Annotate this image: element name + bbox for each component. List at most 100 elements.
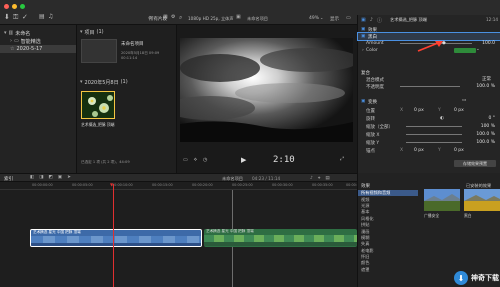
scale-x-value[interactable]: 100.0 % <box>476 132 495 137</box>
opacity-value[interactable]: 100.0 % <box>476 84 495 89</box>
anchor-label: 锚点 <box>366 148 375 154</box>
import-icon[interactable]: ⬇ <box>4 13 10 21</box>
view-mode-icon[interactable]: ▭ <box>183 157 188 163</box>
scale-x-label: 缩放 X <box>366 132 380 138</box>
viewer-canvas[interactable] <box>180 38 353 142</box>
amount-value[interactable]: 100.0 <box>482 41 495 46</box>
timeline-clip[interactable]: 艺术摘选 星光 中国 把脉 顶端 <box>204 229 357 247</box>
save-effects-preset-button[interactable]: 存储效果预置 <box>454 160 496 167</box>
search-icon[interactable]: ⌕ <box>179 14 182 22</box>
library-item-label: 未命名 <box>15 30 31 37</box>
play-button[interactable]: ▶ <box>241 156 246 164</box>
date-section-header[interactable]: ▾ 2020年5月8日 (1) <box>77 78 128 86</box>
scale-y-value[interactable]: 100.0 % <box>476 140 495 145</box>
timeline-panel: 00:00:00:00 00:00:05:00 00:00:10:00 00:0… <box>0 182 367 287</box>
opacity-row[interactable]: 不透明度 100.0 % <box>358 83 500 90</box>
effects-section-header[interactable]: ▣ 效果 <box>358 26 500 33</box>
scale-y-slider[interactable] <box>406 142 462 143</box>
audio-skimming-icon[interactable]: ♪ <box>310 176 313 181</box>
index-button[interactable]: 索引 <box>4 176 13 182</box>
event-item[interactable]: ☆ 2020-5-17 <box>0 45 76 53</box>
scale-all-slider[interactable] <box>406 126 462 127</box>
photos-icon[interactable]: ♫ <box>48 13 53 20</box>
zoom-window-button[interactable] <box>20 4 25 9</box>
minimize-window-button[interactable] <box>12 4 17 9</box>
view-options-label[interactable]: 显示 <box>330 16 339 22</box>
viewer-options-icon[interactable]: ▭ <box>346 15 351 21</box>
library-icon: ▥ <box>8 30 14 36</box>
blend-mode-row[interactable]: 混合模式 正常 <box>358 76 500 83</box>
rotation-row[interactable]: 旋转 ◐ 0 ° <box>358 115 500 122</box>
ruler-tick-label: 00:00:05:00 <box>72 183 93 187</box>
color-swatch[interactable] <box>454 48 476 53</box>
fullscreen-icon[interactable]: ⤢ <box>340 156 344 162</box>
effect-thumbnail[interactable] <box>424 189 460 211</box>
libraries-icon[interactable]: ▤ <box>39 13 45 20</box>
clip-appearance-icon[interactable]: ▤ <box>325 176 329 181</box>
select-tool-icon[interactable]: ➤ <box>67 175 71 180</box>
transform-onscreen-icon[interactable]: ▭ <box>462 98 466 103</box>
transform-section-header[interactable]: ▣ 变换 ▭ <box>358 98 500 105</box>
append-clip-icon[interactable]: ◩ <box>49 175 53 180</box>
timeline-ruler[interactable]: 00:00:00:00 00:00:05:00 00:00:10:00 00:0… <box>0 182 367 190</box>
video-inspector-icon[interactable]: ▣ <box>361 17 366 23</box>
filter-dropdown-icon[interactable]: ◇ <box>148 15 152 21</box>
close-window-button[interactable] <box>4 4 9 9</box>
clip-thumbnail[interactable] <box>81 91 115 119</box>
scale-y-row[interactable]: 缩放 Y 100.0 % <box>358 139 500 146</box>
composite-section-header[interactable]: 复合 <box>358 69 500 76</box>
transform-tool-icon[interactable]: ⟡ <box>194 157 197 163</box>
disclosure-icon[interactable]: ▾ <box>4 30 7 36</box>
effects-section-title: 效果 <box>368 27 377 33</box>
speed-icon[interactable]: ◷ <box>203 157 207 163</box>
position-y-value[interactable]: 0 px <box>454 108 464 113</box>
blend-mode-value[interactable]: 正常 <box>482 76 491 82</box>
disclosure-icon[interactable]: › <box>10 38 12 44</box>
overwrite-clip-icon[interactable]: ▣ <box>58 175 62 180</box>
snapping-icon[interactable]: ⌖ <box>318 175 321 181</box>
rotation-dial-icon[interactable]: ◐ <box>440 116 444 121</box>
anchor-y-value[interactable]: 0 px <box>454 148 464 153</box>
scale-x-row[interactable]: 缩放 X 100.0 % <box>358 131 500 138</box>
rotation-label: 旋转 <box>366 116 375 122</box>
check-icon[interactable]: ✓ <box>22 13 28 21</box>
anchor-x-value[interactable]: 0 px <box>414 148 424 153</box>
color-dropdown-icon[interactable]: ⌄ <box>476 47 480 52</box>
filmstrip-view-icon[interactable]: ▦ <box>163 14 168 20</box>
position-x-value[interactable]: 0 px <box>414 108 424 113</box>
smart-collection-item[interactable]: › ▭ 智能精选 <box>0 37 76 45</box>
effect-thumbnail[interactable] <box>464 189 500 211</box>
projects-section-header[interactable]: ▾ 项目 (1) <box>77 28 176 36</box>
zoom-level[interactable]: 49% <box>309 16 319 21</box>
watermark-text: 神奇下载 <box>471 274 499 282</box>
effect-checkbox-icon[interactable]: ▣ <box>361 34 365 39</box>
scale-x-slider[interactable] <box>406 134 462 135</box>
effects-category[interactable]: 遮罩 <box>358 267 418 273</box>
scale-all-value[interactable]: 100 % <box>481 124 495 129</box>
playhead[interactable] <box>113 184 114 287</box>
playhead-marker-icon[interactable]: ▼ <box>110 182 113 187</box>
key-icon[interactable]: ⚿ <box>13 13 18 22</box>
project-thumbnail[interactable] <box>81 39 117 63</box>
ruler-tick-label: 00:00:20:00 <box>192 183 213 187</box>
info-inspector-icon[interactable]: ⓘ <box>377 17 382 24</box>
opacity-slider[interactable] <box>400 86 460 87</box>
library-item[interactable]: ▾ ▥ 未命名 <box>0 29 76 37</box>
position-row[interactable]: 位置 X 0 px Y 0 px <box>358 107 500 114</box>
viewer-format-label[interactable]: 1080p HD 25p, 立体声 <box>188 16 234 22</box>
settings-icon[interactable]: ⚙ <box>171 14 175 20</box>
library-item-label: 2020-5-17 <box>16 46 43 52</box>
rotation-value[interactable]: 0 ° <box>488 116 495 121</box>
zoom-dropdown-icon[interactable]: ⌄ <box>320 15 323 20</box>
effects-checkbox-icon[interactable]: ▣ <box>361 27 365 32</box>
anchor-row[interactable]: 锚点 X 0 px Y 0 px <box>358 147 500 154</box>
effects-category-list: 所有视频和音频 视频 光源 基本 风格化 拼贴 漫画 模糊 失真 老电影 怀旧 … <box>358 190 418 273</box>
scale-all-label: 缩放（全部） <box>366 124 393 130</box>
insert-clip-icon[interactable]: ◨ <box>39 175 43 180</box>
scale-all-row[interactable]: 缩放（全部） 100 % <box>358 123 500 130</box>
color-disclosure-icon[interactable]: › <box>362 48 364 53</box>
audio-inspector-icon[interactable]: ♪ <box>370 17 373 23</box>
connect-clip-icon[interactable]: ◧ <box>30 175 34 180</box>
timeline-clip-selected[interactable]: 艺术摘选 星光 中国 把脉 顶端 <box>30 229 202 247</box>
transform-checkbox-icon[interactable]: ▣ <box>361 99 365 104</box>
